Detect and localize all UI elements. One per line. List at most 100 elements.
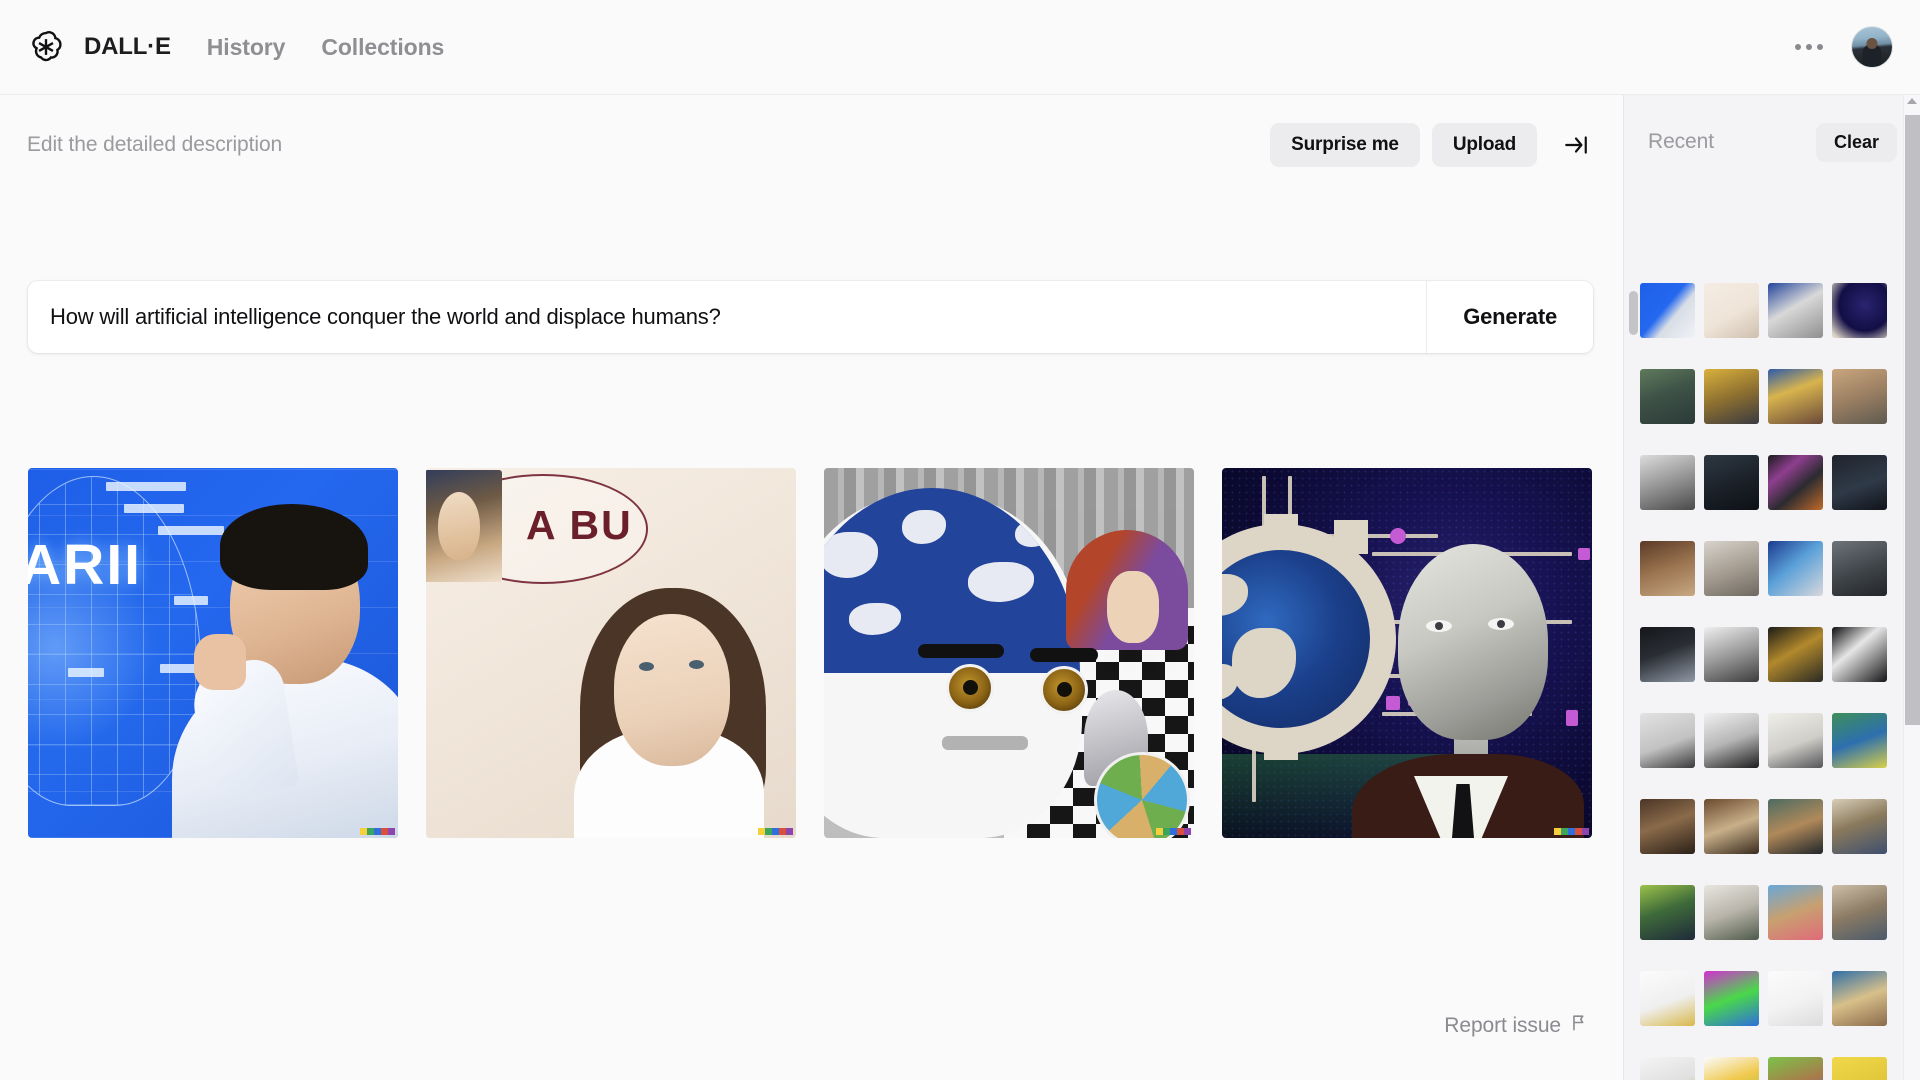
tile1-man-hair bbox=[220, 504, 368, 590]
recent-row bbox=[1640, 627, 1902, 682]
recent-row bbox=[1640, 799, 1902, 854]
dalle-watermark bbox=[1156, 828, 1191, 835]
recent-thumbnail[interactable] bbox=[1768, 885, 1823, 940]
recent-thumbnail[interactable] bbox=[1640, 799, 1695, 854]
recent-thumbnail[interactable] bbox=[1640, 885, 1695, 940]
prompt-input[interactable] bbox=[28, 304, 1427, 330]
recent-thumbnail[interactable] bbox=[1640, 455, 1695, 510]
tile2-face-inset bbox=[426, 470, 502, 582]
sidebar-scroll-handle[interactable] bbox=[1629, 291, 1638, 335]
generated-image-2[interactable]: A BU bbox=[426, 468, 796, 838]
tile4-circuit-node bbox=[1578, 548, 1590, 560]
tile4-circuit-node bbox=[1566, 710, 1578, 726]
recent-thumbnail[interactable] bbox=[1768, 713, 1823, 768]
recent-thumbnail[interactable] bbox=[1640, 1057, 1695, 1080]
recent-thumbnail-grid bbox=[1640, 283, 1902, 1080]
nav-link-collections[interactable]: Collections bbox=[321, 34, 444, 61]
generated-image-4[interactable] bbox=[1222, 468, 1592, 838]
recent-thumbnail[interactable] bbox=[1640, 369, 1695, 424]
recent-row bbox=[1640, 541, 1902, 596]
recent-sidebar: Recent Clear bbox=[1623, 95, 1920, 1080]
tile1-label-tag bbox=[68, 668, 104, 677]
toolbar-actions: Surprise me Upload bbox=[1270, 123, 1595, 167]
tile3-eye bbox=[1040, 666, 1088, 714]
brand-title: DALL·E bbox=[84, 33, 171, 60]
recent-thumbnail[interactable] bbox=[1832, 713, 1887, 768]
recent-thumbnail[interactable] bbox=[1832, 455, 1887, 510]
top-navigation-bar: DALL·E History Collections bbox=[0, 0, 1920, 95]
recent-thumbnail[interactable] bbox=[1768, 283, 1823, 338]
generate-button[interactable]: Generate bbox=[1427, 281, 1593, 353]
tile4-android-eye bbox=[1426, 620, 1452, 632]
recent-thumbnail[interactable] bbox=[1832, 799, 1887, 854]
recent-thumbnail[interactable] bbox=[1768, 369, 1823, 424]
sidebar-header: Recent Clear bbox=[1624, 117, 1920, 167]
generated-image-3[interactable] bbox=[824, 468, 1194, 838]
generated-image-1[interactable]: ARII bbox=[28, 468, 398, 838]
recent-thumbnail[interactable] bbox=[1832, 369, 1887, 424]
tile2-woman-face bbox=[614, 614, 730, 766]
recent-thumbnail[interactable] bbox=[1768, 971, 1823, 1026]
recent-thumbnail[interactable] bbox=[1704, 799, 1759, 854]
recent-thumbnail[interactable] bbox=[1640, 541, 1695, 596]
tile3-mini-person bbox=[1066, 530, 1188, 650]
tile3-eyebrow bbox=[918, 644, 1004, 658]
recent-thumbnail[interactable] bbox=[1704, 627, 1759, 682]
clear-button[interactable]: Clear bbox=[1815, 122, 1897, 162]
recent-thumbnail[interactable] bbox=[1832, 283, 1887, 338]
recent-row bbox=[1640, 885, 1902, 940]
tile2-woman-eye bbox=[689, 660, 704, 669]
tile4-android-eye bbox=[1488, 618, 1514, 630]
recent-thumbnail[interactable] bbox=[1640, 283, 1695, 338]
recent-thumbnail[interactable] bbox=[1832, 541, 1887, 596]
recent-thumbnail[interactable] bbox=[1768, 541, 1823, 596]
recent-thumbnail[interactable] bbox=[1704, 455, 1759, 510]
ellipsis-icon[interactable] bbox=[1787, 36, 1831, 58]
scroll-up-arrow-icon[interactable] bbox=[1907, 98, 1917, 104]
recent-thumbnail[interactable] bbox=[1704, 971, 1759, 1026]
tile2-abu-text: A BU bbox=[526, 502, 633, 548]
recent-thumbnail[interactable] bbox=[1832, 971, 1887, 1026]
user-avatar[interactable] bbox=[1851, 26, 1893, 68]
tile1-label-tag bbox=[158, 526, 224, 535]
recent-thumbnail[interactable] bbox=[1832, 885, 1887, 940]
tile4-android-head bbox=[1398, 544, 1548, 740]
recent-row bbox=[1640, 283, 1902, 338]
recent-thumbnail[interactable] bbox=[1768, 1057, 1823, 1080]
nav-link-history[interactable]: History bbox=[207, 34, 286, 61]
recent-thumbnail[interactable] bbox=[1704, 369, 1759, 424]
recent-thumbnail[interactable] bbox=[1768, 799, 1823, 854]
dalle-app: DALL·E History Collections Edit the deta… bbox=[0, 0, 1920, 1080]
openai-logo-icon[interactable] bbox=[25, 26, 67, 68]
recent-thumbnail[interactable] bbox=[1704, 713, 1759, 768]
recent-thumbnail[interactable] bbox=[1640, 713, 1695, 768]
recent-thumbnail[interactable] bbox=[1832, 1057, 1887, 1080]
recent-thumbnail[interactable] bbox=[1704, 283, 1759, 338]
recent-row bbox=[1640, 1057, 1902, 1080]
scrollbar-thumb[interactable] bbox=[1905, 115, 1920, 725]
generated-image-grid: ARII A BU bbox=[28, 468, 1592, 838]
prompt-input-box[interactable]: Generate bbox=[28, 281, 1593, 353]
report-issue-button[interactable]: Report issue bbox=[1444, 1013, 1589, 1038]
recent-thumbnail[interactable] bbox=[1704, 885, 1759, 940]
dalle-watermark bbox=[360, 828, 395, 835]
recent-thumbnail[interactable] bbox=[1768, 627, 1823, 682]
recent-thumbnail[interactable] bbox=[1832, 627, 1887, 682]
tile1-label-tag bbox=[106, 482, 186, 491]
upload-button[interactable]: Upload bbox=[1431, 123, 1537, 167]
tile2-woman-eye bbox=[639, 662, 654, 671]
surprise-me-button[interactable]: Surprise me bbox=[1270, 123, 1420, 167]
collapse-right-icon[interactable] bbox=[1557, 126, 1595, 164]
recent-thumbnail[interactable] bbox=[1640, 971, 1695, 1026]
recent-thumbnail[interactable] bbox=[1640, 627, 1695, 682]
tile3-small-globe bbox=[1094, 752, 1190, 838]
tile1-arii-text: ARII bbox=[28, 533, 142, 597]
recent-thumbnail[interactable] bbox=[1768, 455, 1823, 510]
recent-thumbnail[interactable] bbox=[1704, 541, 1759, 596]
recent-row bbox=[1640, 369, 1902, 424]
prompt-toolbar: Edit the detailed description Surprise m… bbox=[0, 117, 1623, 173]
recent-thumbnail[interactable] bbox=[1704, 1057, 1759, 1080]
tile1-label-tag bbox=[124, 504, 184, 513]
page-scrollbar[interactable] bbox=[1903, 95, 1920, 1080]
tile3-eye bbox=[946, 664, 994, 712]
